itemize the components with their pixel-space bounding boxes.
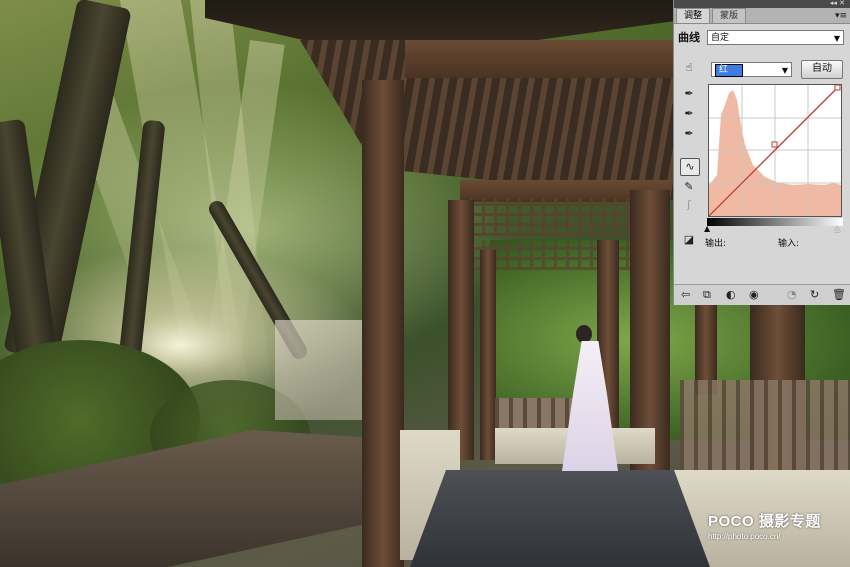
black-point-eyedropper-icon[interactable]: ✒ [680, 86, 698, 102]
trash-icon[interactable]: 🗑 [832, 288, 846, 301]
clipping-warning-icon[interactable]: ◪ [680, 232, 698, 248]
target-adjust-hand-icon[interactable]: ☝ [680, 60, 698, 76]
curves-graph[interactable] [708, 84, 842, 217]
auto-button[interactable]: 自动 [801, 60, 843, 79]
black-input-slider-icon[interactable]: ▲ [704, 224, 710, 233]
visibility-eye-icon[interactable]: ◉ [749, 288, 759, 301]
watermark-url: http://photo.poco.cn/ [708, 532, 781, 541]
preset-value: 自定 [711, 32, 730, 43]
watermark-logo: POCO 摄影专题 [708, 513, 821, 530]
gray-point-eyedropper-icon[interactable]: ✒ [680, 106, 698, 122]
input-gradient-bar [707, 218, 843, 226]
chevron-down-icon: ▼ [833, 33, 840, 43]
curves-preset-row: 曲线 自定 ▼ [678, 28, 847, 46]
panel-bottom-bar: ⇦ ⧉ ◐ ◉ ◔ ↻ 🗑 [674, 284, 850, 305]
input-label: 输入: [778, 239, 800, 249]
white-input-slider-icon[interactable]: △ [834, 224, 840, 233]
channel-value: 红 [715, 64, 744, 77]
reset-icon[interactable]: ↻ [810, 288, 819, 301]
clip-to-layer-icon[interactable]: ⧉ [703, 288, 711, 302]
preset-dropdown[interactable]: 自定 ▼ [707, 29, 844, 45]
white-point-eyedropper-icon[interactable]: ✒ [680, 126, 698, 142]
smooth-curve-icon[interactable]: ʃ [680, 197, 698, 213]
panel-tabs: 调整 蒙版 ▾≡ [674, 8, 850, 24]
chevron-down-icon: ▼ [781, 66, 788, 75]
panel-window-controls[interactable]: ◂◂ ✕ [830, 0, 845, 7]
pencil-draw-icon[interactable]: ✎ [680, 179, 698, 195]
output-label: 输出: [705, 239, 727, 249]
previous-state-icon[interactable]: ◔ [787, 288, 797, 301]
panel-menu-icon[interactable]: ▾≡ [835, 11, 847, 21]
tab-adjustments[interactable]: 调整 [676, 8, 711, 23]
curves-graph-svg [708, 84, 842, 217]
adjustments-panel: ◂◂ ✕ 调整 蒙版 ▾≡ 曲线 自定 ▼ ☝ 红 ▼ 自动 ✒ ✒ ✒ ∿ ✎… [673, 0, 850, 305]
curves-label: 曲线 [678, 31, 700, 44]
panel-titlebar[interactable]: ◂◂ ✕ [674, 0, 850, 8]
back-arrow-icon[interactable]: ⇦ [681, 288, 690, 301]
curve-control-point[interactable] [771, 141, 778, 148]
curve-endpoint[interactable] [834, 84, 841, 91]
woman-figure [560, 325, 620, 471]
curve-edit-points-icon[interactable]: ∿ [680, 158, 700, 176]
tab-masks[interactable]: 蒙版 [712, 8, 747, 23]
channel-dropdown[interactable]: 红 ▼ [711, 62, 792, 77]
layer-mask-icon[interactable]: ◐ [726, 288, 736, 301]
watermark: POCO 摄影专题 http://photo.poco.cn/ [708, 510, 821, 541]
